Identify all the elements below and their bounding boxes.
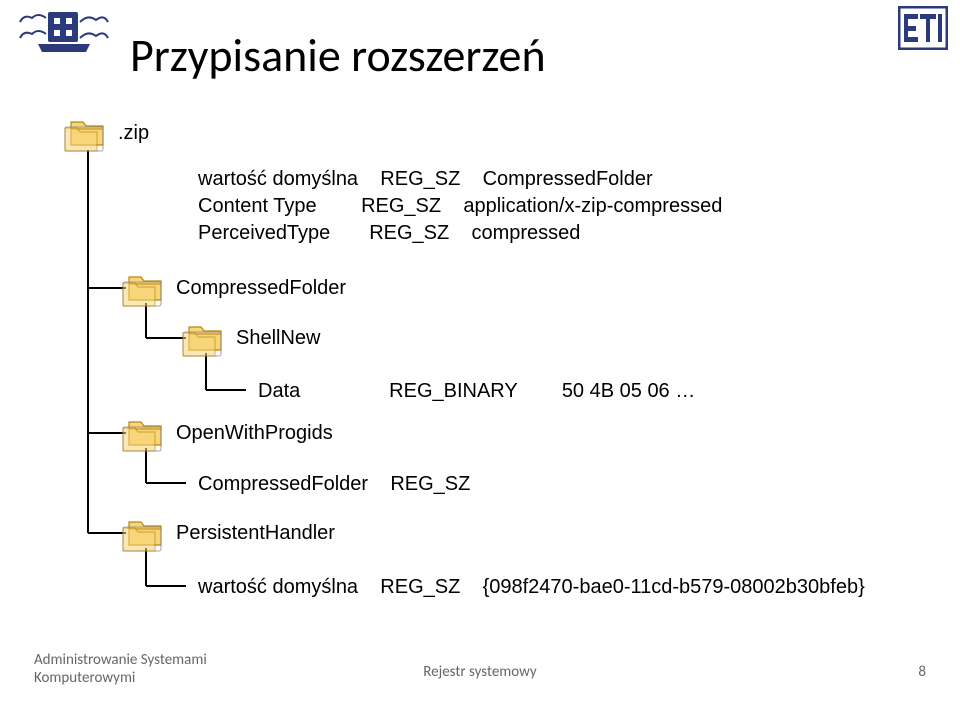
folder-zip: .zip	[118, 122, 149, 145]
shellnew-value: Data REG_BINARY 50 4B 05 06 …	[258, 378, 695, 405]
folder-shellnew: ShellNew	[236, 327, 320, 350]
university-crest-icon	[18, 10, 110, 59]
folder-openwithprogids: OpenWithProgids	[176, 422, 333, 445]
persistent-value: wartość domyślna REG_SZ {098f2470-bae0-1…	[198, 574, 865, 601]
slide-title: Przypisanie rozszerzeń	[130, 28, 546, 84]
openwith-value: CompressedFolder REG_SZ	[198, 471, 470, 498]
zip-values: wartość domyślna REG_SZ CompressedFolder…	[198, 166, 722, 247]
footer-center: Rejestr systemowy	[0, 663, 960, 681]
folder-persistenthandler: PersistentHandler	[176, 522, 335, 545]
eti-logo-icon	[898, 6, 948, 55]
folder-compressedfolder: CompressedFolder	[176, 277, 346, 300]
footer-page-number: 8	[918, 663, 926, 681]
